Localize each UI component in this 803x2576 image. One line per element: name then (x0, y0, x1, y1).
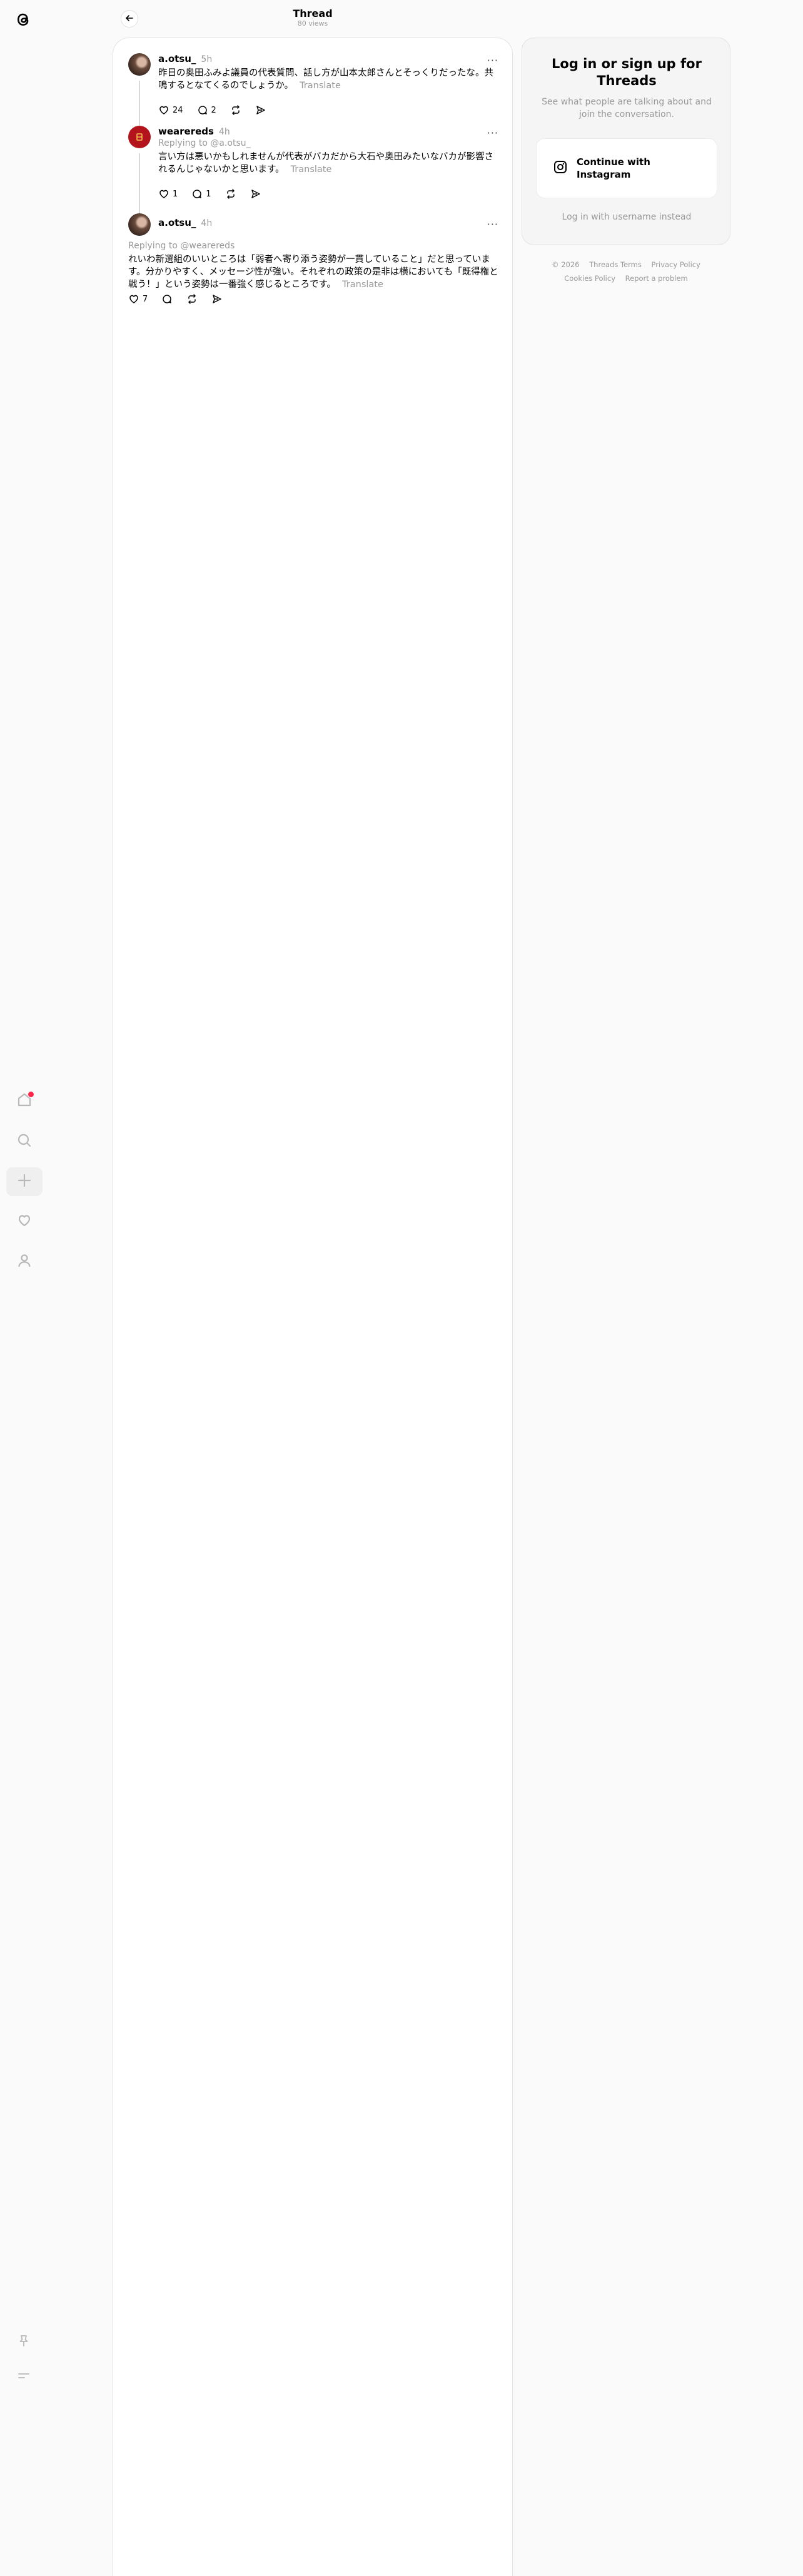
repost-icon (230, 104, 241, 116)
reply-button[interactable] (161, 293, 173, 305)
thread-post: wearereds 4h ··· Replying to @a.otsu_ 言い… (128, 126, 498, 220)
footer: © 2026 Threads Terms Privacy Policy Cook… (522, 258, 730, 285)
post-actions: 7 (128, 292, 236, 306)
footer-copyright: © 2026 (552, 260, 580, 269)
replying-to[interactable]: Replying to @wearereds (128, 241, 235, 251)
send-icon (211, 293, 223, 305)
post-username[interactable]: wearereds (158, 126, 214, 137)
post-time[interactable]: 5h (201, 54, 212, 64)
like-button[interactable]: 24 (158, 104, 183, 116)
profile-nav-button[interactable] (6, 1247, 43, 1276)
pin-icon (17, 2334, 31, 2350)
reply-count: 1 (206, 189, 211, 199)
post-meta: a.otsu_ 5h (158, 53, 212, 66)
continue-with-instagram-button[interactable]: Continue with Instagram (536, 138, 717, 198)
translate-link[interactable]: Translate (291, 165, 332, 175)
thread-post-focused: a.otsu_ 4h ··· Replying to @wearereds れい… (128, 213, 498, 320)
repost-icon (186, 293, 198, 305)
post-time[interactable]: 4h (219, 127, 230, 137)
post-body: れいわ新選組のいいところは「弱者へ寄り添う姿勢が一貫していること」だと思っていま… (128, 255, 498, 290)
like-button[interactable]: 1 (158, 188, 178, 200)
reply-button[interactable]: 2 (197, 104, 216, 116)
reply-button[interactable]: 1 (191, 188, 211, 200)
footer-link-terms[interactable]: Threads Terms (589, 260, 642, 269)
repost-icon (225, 188, 236, 200)
threads-logo-icon[interactable] (13, 9, 34, 30)
post-username[interactable]: a.otsu_ (158, 53, 196, 64)
footer-link-report[interactable]: Report a problem (625, 274, 688, 283)
search-nav-button[interactable] (6, 1127, 43, 1156)
instagram-icon (553, 160, 568, 177)
comment-icon (197, 104, 208, 116)
post-text: れいわ新選組のいいところは「弱者へ寄り添う姿勢が一貫していること」だと思っていま… (128, 253, 498, 291)
profile-icon (16, 1252, 33, 1271)
menu-button[interactable] (11, 2365, 36, 2390)
notification-dot (28, 1091, 34, 1098)
post-text: 言い方は悪いかもしれませんが代表がバカだから大石や奥田みたいなバカが影響されるん… (158, 151, 498, 176)
pin-button[interactable] (11, 2330, 36, 2355)
translate-link[interactable]: Translate (300, 81, 341, 91)
activity-nav-button[interactable] (6, 1207, 43, 1236)
footer-link-cookies[interactable]: Cookies Policy (564, 274, 615, 283)
comment-icon (161, 293, 173, 305)
search-icon (16, 1132, 33, 1151)
share-button[interactable] (250, 188, 261, 200)
menu-icon (17, 2369, 31, 2385)
heart-icon (128, 293, 139, 305)
like-button[interactable]: 7 (128, 293, 148, 305)
post-text: 昨日の奥田ふみよ議員の代表質問、話し方が山本太郎さんとそっくりだったな。共鳴する… (158, 67, 498, 92)
repost-button[interactable] (186, 293, 198, 305)
create-icon (17, 1173, 32, 1190)
avatar[interactable] (128, 126, 151, 148)
send-icon (255, 104, 266, 116)
translate-link[interactable]: Translate (342, 280, 383, 290)
share-button[interactable] (211, 293, 223, 305)
avatar[interactable] (128, 53, 151, 76)
login-with-username-link[interactable]: Log in with username instead (522, 212, 731, 222)
more-options-button[interactable]: ··· (487, 218, 498, 230)
post-meta: wearereds 4h (158, 126, 230, 138)
more-options-button[interactable]: ··· (487, 54, 498, 66)
page-title: Thread (293, 8, 333, 19)
like-count: 24 (173, 105, 183, 115)
post-meta: a.otsu_ 4h (158, 217, 212, 230)
avatar[interactable] (128, 213, 151, 236)
like-count: 1 (173, 189, 178, 199)
create-nav-button[interactable] (6, 1167, 43, 1196)
login-card: Log in or sign up for Threads See what p… (522, 38, 730, 245)
more-options-button[interactable]: ··· (487, 127, 498, 139)
heart-icon (158, 104, 169, 116)
footer-link-privacy[interactable]: Privacy Policy (652, 260, 700, 269)
login-subtitle: See what people are talking about and jo… (542, 97, 712, 119)
heart-icon (158, 188, 169, 200)
comment-icon (191, 188, 203, 200)
thread-feed: a.otsu_ 5h ··· 昨日の奥田ふみよ議員の代表質問、話し方が山本太郎さ… (113, 38, 513, 2576)
reply-count: 2 (211, 105, 216, 115)
instagram-button-label: Continue with Instagram (577, 156, 650, 180)
home-nav-button[interactable] (6, 1087, 43, 1115)
post-username[interactable]: a.otsu_ (158, 217, 196, 228)
replying-to[interactable]: Replying to @a.otsu_ (158, 138, 251, 148)
thread-connector-line (139, 153, 140, 217)
share-button[interactable] (255, 104, 266, 116)
repost-button[interactable] (225, 188, 236, 200)
send-icon (250, 188, 261, 200)
post-actions: 1 1 (158, 187, 275, 201)
like-count: 7 (143, 294, 148, 304)
post-actions: 24 2 (158, 103, 280, 117)
repost-button[interactable] (230, 104, 241, 116)
login-title: Log in or sign up for Threads (552, 56, 702, 88)
activity-icon (16, 1212, 33, 1231)
view-count: 80 views (297, 19, 328, 28)
left-nav-rail (0, 0, 48, 2576)
post-time[interactable]: 4h (201, 218, 212, 228)
